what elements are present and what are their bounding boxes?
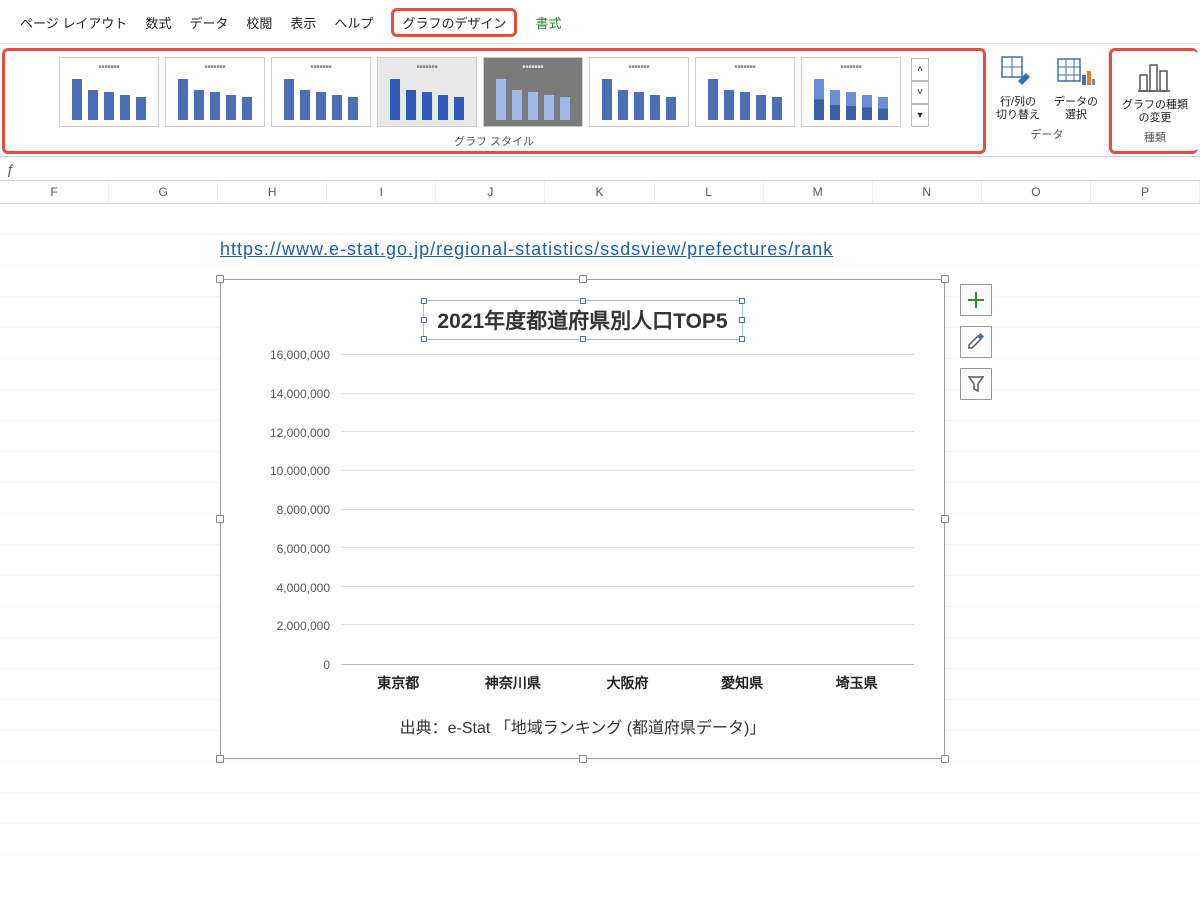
link-cell[interactable]: https://www.e-stat.go.jp/regional-statis… [220, 239, 833, 260]
chart-object[interactable]: 2021年度都道府県別人口TOP5 0 2,000,000 4,000,000 6,0… [220, 279, 945, 759]
chart-styles-row: ■■■■■■■ ■■■■■■■ ■■■■■■■ ■■■■■■■ ■■■■■■■ … [53, 53, 935, 131]
y-tick-label: 14,000,000 [270, 387, 330, 401]
chevron-up-icon: ˄ [917, 64, 923, 75]
y-tick-label: 0 [323, 658, 330, 672]
resize-handle[interactable] [579, 275, 587, 283]
switch-row-col-button[interactable]: 行/列の 切り替え [992, 50, 1044, 124]
resize-handle[interactable] [579, 755, 587, 763]
x-tick-label: 神奈川県 [456, 673, 571, 693]
x-tick-label: 埼玉県 [799, 673, 914, 693]
column-header[interactable]: L [655, 181, 764, 203]
tab-format[interactable]: 書式 [535, 13, 561, 32]
resize-handle[interactable] [941, 755, 949, 763]
chart-style-thumb-2[interactable]: ■■■■■■■ [165, 57, 265, 127]
chart-style-thumb-3[interactable]: ■■■■■■■ [271, 57, 371, 127]
y-tick-label: 12,000,000 [270, 426, 330, 440]
style-gallery-scroll: ˄ ˅ ▾ [911, 58, 929, 127]
bars [341, 355, 914, 665]
chart-filter-button[interactable] [960, 368, 992, 400]
chevron-down-icon: ˅ [917, 87, 923, 98]
plot-area[interactable]: 02,000,0004,000,0006,000,0008,000,00010,… [251, 355, 914, 665]
switch-row-col-label: 行/列の 切り替え [996, 96, 1040, 122]
column-header[interactable]: K [545, 181, 654, 203]
column-header[interactable]: O [982, 181, 1091, 203]
chart-style-thumb-4[interactable]: ■■■■■■■ [377, 57, 477, 127]
tab-view[interactable]: 表示 [290, 13, 316, 32]
column-header[interactable]: N [873, 181, 982, 203]
chart-title[interactable]: 2021年度都道府県別人口TOP5 [422, 300, 742, 340]
resize-handle[interactable] [216, 275, 224, 283]
change-chart-type-button[interactable]: グラフの種類 の変更 [1118, 53, 1192, 127]
y-tick-label: 6,000,000 [277, 542, 330, 556]
y-tick-label: 8,000,000 [277, 503, 330, 517]
brush-icon [966, 332, 986, 352]
resize-handle[interactable] [941, 515, 949, 523]
chart-style-thumb-8[interactable]: ■■■■■■■ [801, 57, 901, 127]
tab-page-layout[interactable]: ページ レイアウト [20, 13, 127, 32]
plus-icon [967, 291, 985, 309]
column-header[interactable]: F [0, 181, 109, 203]
y-tick-label: 4,000,000 [277, 581, 330, 595]
x-tick-label: 大阪府 [570, 673, 685, 693]
chart-style-thumb-6[interactable]: ■■■■■■■ [589, 57, 689, 127]
y-tick-label: 16,000,000 [270, 348, 330, 362]
tab-review[interactable]: 校閲 [246, 13, 272, 32]
ribbon-group-type: グラフの種類 の変更 種類 [1109, 48, 1198, 154]
tab-data[interactable]: データ [189, 13, 228, 32]
column-headers: FGHIJKLMNOP [0, 181, 1200, 204]
select-data-icon [1055, 52, 1097, 94]
column-header[interactable]: G [109, 181, 218, 203]
ribbon-group-data: 行/列の 切り替え データの 選択 データ [986, 48, 1109, 154]
tab-formulas[interactable]: 数式 [145, 13, 171, 32]
y-tick-label: 10,000,000 [270, 464, 330, 478]
tab-chart-design[interactable]: グラフのデザイン [391, 8, 517, 37]
chart-style-thumb-1[interactable]: ■■■■■■■ [59, 57, 159, 127]
select-data-label: データの 選択 [1054, 96, 1098, 122]
expand-icon: ▾ [917, 110, 922, 121]
change-chart-type-label: グラフの種類 の変更 [1122, 99, 1188, 125]
chart-side-buttons [960, 284, 992, 400]
style-scroll-down[interactable]: ˅ [911, 81, 929, 104]
chart-style-thumb-5[interactable]: ■■■■■■■ [483, 57, 583, 127]
ribbon-tabs: ページ レイアウト 数式 データ 校閲 表示 ヘルプ グラフのデザイン 書式 [0, 0, 1200, 44]
select-data-button[interactable]: データの 選択 [1050, 50, 1102, 124]
style-scroll-up[interactable]: ˄ [911, 58, 929, 81]
ribbon-group-label-type: 種類 [1144, 129, 1166, 145]
y-axis: 02,000,0004,000,0006,000,0008,000,00010,… [251, 355, 336, 665]
resize-handle[interactable] [216, 515, 224, 523]
change-chart-type-icon [1134, 55, 1176, 97]
switch-row-col-icon [997, 52, 1039, 94]
funnel-icon [967, 375, 985, 393]
y-tick-label: 2,000,000 [277, 619, 330, 633]
ribbon-group-chart-styles: ■■■■■■■ ■■■■■■■ ■■■■■■■ ■■■■■■■ ■■■■■■■ … [2, 48, 986, 154]
column-header[interactable]: J [436, 181, 545, 203]
x-tick-label: 愛知県 [685, 673, 800, 693]
formula-bar[interactable]: ƒ [0, 157, 1200, 181]
style-scroll-expand[interactable]: ▾ [911, 104, 929, 127]
tab-help[interactable]: ヘルプ [334, 13, 373, 32]
column-header[interactable]: M [764, 181, 873, 203]
ribbon-body: ■■■■■■■ ■■■■■■■ ■■■■■■■ ■■■■■■■ ■■■■■■■ … [0, 44, 1200, 157]
x-tick-label: 東京都 [341, 673, 456, 693]
resize-handle[interactable] [941, 275, 949, 283]
chart-source-note: 出典：e-Stat 「地域ランキング (都道府県データ)」 [221, 714, 944, 738]
column-header[interactable]: P [1091, 181, 1200, 203]
resize-handle[interactable] [216, 755, 224, 763]
column-header[interactable]: I [327, 181, 436, 203]
worksheet-area[interactable]: https://www.e-stat.go.jp/regional-statis… [0, 204, 1200, 864]
ribbon-group-label-styles: グラフ スタイル [454, 133, 534, 149]
ribbon-group-label-data: データ [1031, 126, 1064, 142]
chart-elements-button[interactable] [960, 284, 992, 316]
chart-styles-button[interactable] [960, 326, 992, 358]
chart-title-text: 2021年度都道府県別人口TOP5 [437, 310, 727, 333]
chart-style-thumb-7[interactable]: ■■■■■■■ [695, 57, 795, 127]
x-axis-labels: 東京都神奈川県大阪府愛知県埼玉県 [341, 673, 914, 693]
column-header[interactable]: H [218, 181, 327, 203]
